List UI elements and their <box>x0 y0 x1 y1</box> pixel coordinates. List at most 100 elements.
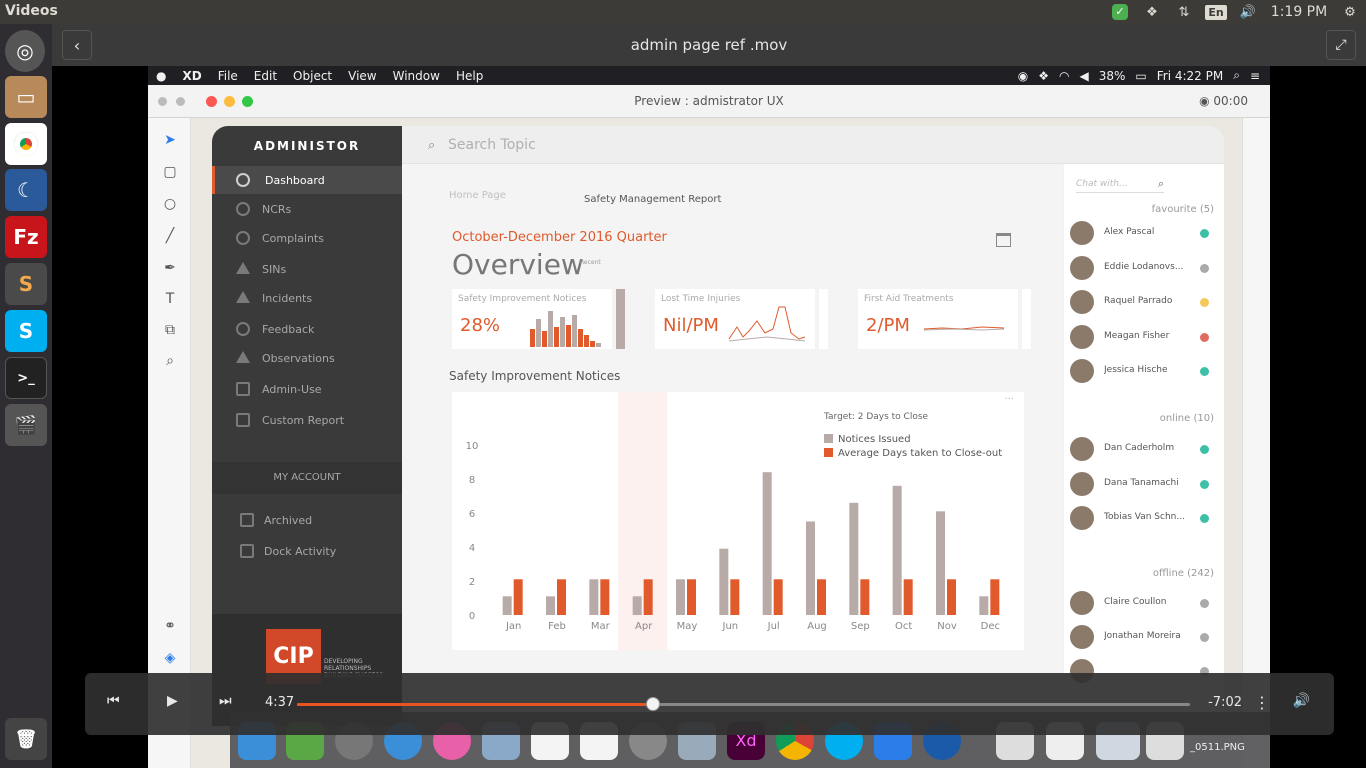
ellipse-tool-icon[interactable]: ○ <box>160 196 180 216</box>
legend-swatch <box>824 448 833 457</box>
chat-contact[interactable]: Tobias Van Schn... <box>1070 506 1220 532</box>
video-frame[interactable]: ● XD File Edit Object View Window Help ◉… <box>52 66 1366 768</box>
chat-contact[interactable]: Dan Caderholm <box>1070 437 1220 463</box>
nav-archived[interactable]: Archived <box>212 506 402 534</box>
menu-window[interactable]: Window <box>385 69 448 83</box>
nav-dock-activity[interactable]: Dock Activity <box>212 537 402 565</box>
status-dot <box>1200 332 1209 342</box>
menu-file[interactable]: File <box>210 69 246 83</box>
apple-icon[interactable]: ● <box>148 69 174 83</box>
wifi-icon[interactable]: ◠ <box>1059 69 1069 83</box>
nav-observations[interactable]: Observations <box>212 344 402 372</box>
mac-clock[interactable]: Fri 4:22 PM <box>1157 69 1223 83</box>
symbols-icon[interactable]: ⚭ <box>160 618 180 638</box>
kpi-expand-handle[interactable] <box>1022 289 1031 349</box>
search-bar[interactable]: ⌕ Search Topic <box>402 126 1224 164</box>
volume-icon[interactable]: ◀ <box>1079 69 1088 83</box>
chat-contact[interactable]: Jonathan Moreira <box>1070 625 1220 651</box>
layers-icon[interactable]: ◈ <box>160 650 180 670</box>
bar-avg-days <box>557 579 566 615</box>
xd-toolbar: ➤ ▢ ○ ╱ ✒ T ⧉ ⌕ ⚭ ◈ <box>148 118 191 768</box>
chat-contact[interactable]: Jessica Hische <box>1070 359 1220 385</box>
overview-badge: Recent <box>580 259 601 266</box>
rectangle-tool-icon[interactable]: ▢ <box>160 164 180 184</box>
list-icon[interactable]: ≡ <box>1250 69 1260 83</box>
dropbox-icon[interactable]: ❖ <box>1136 0 1168 24</box>
fullscreen-button[interactable]: ⤢ <box>1326 30 1356 60</box>
mandriva-icon[interactable]: ☾ <box>5 169 47 211</box>
seek-bar-progress <box>297 703 654 706</box>
skype-beta-icon[interactable]: S <box>5 310 47 352</box>
menu-object[interactable]: Object <box>285 69 340 83</box>
bar-avg-days <box>817 579 826 615</box>
more-icon[interactable]: ··· <box>1004 394 1014 405</box>
nav-ncrs[interactable]: NCRs <box>212 195 402 223</box>
gear-icon[interactable]: ⚙ <box>1334 0 1366 24</box>
menu-edit[interactable]: Edit <box>246 69 285 83</box>
transfer-icon[interactable]: ⇅ <box>1168 0 1200 24</box>
nav-dashboard[interactable]: Dashboard <box>212 166 402 194</box>
system-clock[interactable]: 1:19 PM <box>1264 4 1334 20</box>
chat-contact[interactable]: Meagan Fisher <box>1070 324 1220 351</box>
dropbox-icon[interactable]: ❖ <box>1038 69 1049 83</box>
line-tool-icon[interactable]: ╱ <box>160 228 180 248</box>
pen-tool-icon[interactable]: ✒ <box>160 260 180 280</box>
keyboard-lang-indicator[interactable]: En <box>1200 0 1232 24</box>
kpi-label: Safety Improvement Notices <box>458 294 587 304</box>
chat-contact[interactable]: Claire Coullon <box>1070 591 1220 617</box>
play-button[interactable]: ▶ <box>167 693 178 709</box>
record-icon[interactable]: ◉ <box>1018 69 1028 83</box>
select-tool-icon[interactable]: ➤ <box>160 132 180 152</box>
clapper-icon[interactable]: 🎬 <box>5 404 47 446</box>
warning-icon <box>236 262 250 274</box>
nav-complaints[interactable]: Complaints <box>212 224 402 252</box>
shield-check-icon[interactable]: ✓ <box>1104 0 1136 24</box>
breadcrumb-home[interactable]: Home Page <box>449 190 506 201</box>
menu-view[interactable]: View <box>340 69 384 83</box>
chat-contact[interactable]: Dana Tanamachi <box>1070 471 1220 498</box>
search-icon[interactable]: ⌕ <box>1233 68 1240 83</box>
menu-help[interactable]: Help <box>448 69 491 83</box>
terminal-icon[interactable]: >_ <box>5 357 47 399</box>
chat-search-input[interactable]: Chat with... <box>1076 179 1128 189</box>
files-icon[interactable]: ▭ <box>5 76 47 118</box>
nav-incidents[interactable]: Incidents <box>212 284 402 312</box>
volume-icon[interactable]: 🔊 <box>1232 0 1264 24</box>
chrome-icon[interactable] <box>5 123 47 165</box>
more-options-icon[interactable]: ⋮ <box>1254 693 1270 712</box>
seek-bar[interactable] <box>297 697 1190 711</box>
chat-contact[interactable]: Raquel Parrado <box>1070 290 1220 316</box>
nav-admin-use[interactable]: Admin-Use <box>212 375 402 403</box>
menu-xd[interactable]: XD <box>174 69 209 83</box>
desktop-file-label[interactable]: _0511.PNG <box>1190 742 1245 753</box>
kpi-expand-handle[interactable] <box>616 289 625 349</box>
record-timer[interactable]: ◉ 00:00 <box>1199 94 1248 108</box>
filezilla-icon[interactable]: Fz <box>5 216 47 258</box>
nav-feedback[interactable]: Feedback <box>212 315 402 343</box>
search-icon[interactable]: ⌕ <box>1158 177 1164 191</box>
nav-custom-report[interactable]: Custom Report <box>212 406 402 434</box>
kpi-card[interactable]: Safety Improvement Notices 28% <box>452 289 625 349</box>
seek-handle[interactable] <box>646 697 661 711</box>
text-tool-icon[interactable]: T <box>160 291 180 311</box>
ubuntu-icon[interactable]: ◎ <box>5 30 45 72</box>
kpi-card[interactable]: Lost Time Injuries Nil/PM <box>655 289 828 349</box>
artboard-tool-icon[interactable]: ⧉ <box>160 322 180 342</box>
kpi-card[interactable]: First Aid Treatments 2/PM <box>858 289 1031 349</box>
volume-icon[interactable]: 🔊 <box>1293 693 1310 709</box>
x-tick-label: Nov <box>937 621 957 632</box>
kpi-expand-handle[interactable] <box>819 289 828 349</box>
chat-contact[interactable]: Alex Pascal <box>1070 221 1220 247</box>
sublime-icon[interactable]: S <box>5 263 47 305</box>
trash-icon[interactable]: 🗑 <box>5 718 47 760</box>
bar-avg-days <box>600 579 610 615</box>
zoom-tool-icon[interactable]: ⌕ <box>160 353 180 373</box>
chat-contact[interactable]: Eddie Lodanovs... <box>1070 255 1220 282</box>
skip-back-button[interactable]: ⏮ <box>107 693 120 709</box>
calendar-icon[interactable] <box>996 233 1011 247</box>
battery-icon: ▭ <box>1135 68 1147 83</box>
skip-forward-button[interactable]: ⏭ <box>219 693 232 709</box>
search-input[interactable]: Search Topic <box>448 137 536 153</box>
y-tick-label: 0 <box>469 611 475 622</box>
nav-sins[interactable]: SINs <box>212 255 402 283</box>
